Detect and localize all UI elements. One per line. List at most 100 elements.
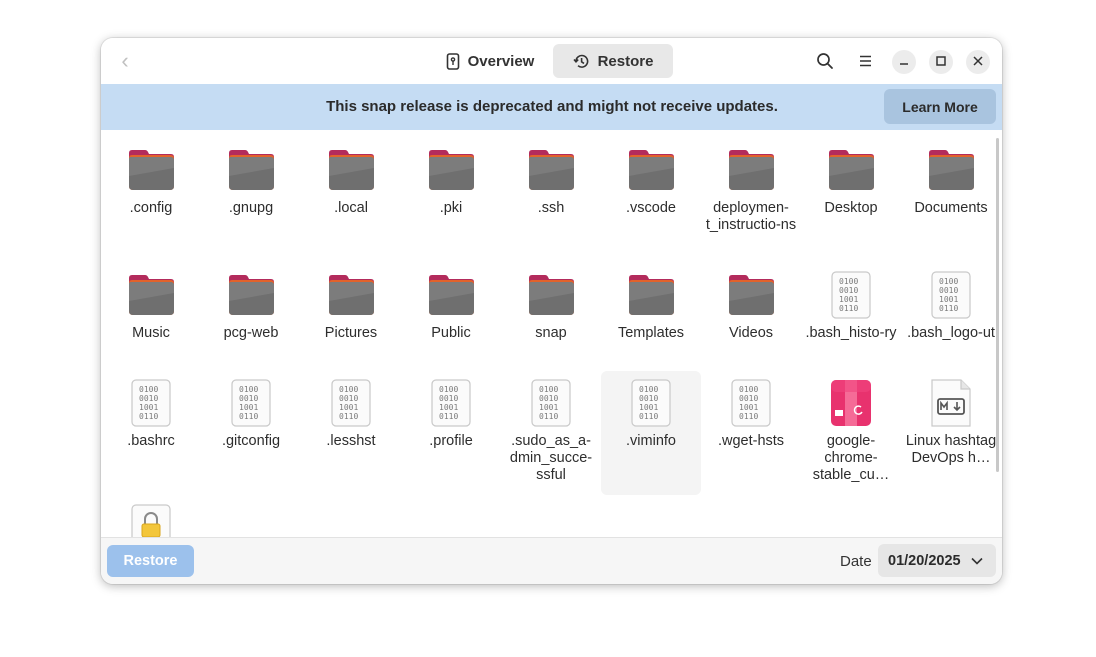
- svg-text:0110: 0110: [539, 412, 558, 421]
- tab-label: Overview: [467, 52, 535, 70]
- folder-icon: [427, 146, 475, 194]
- svg-text:0010: 0010: [439, 394, 458, 403]
- svg-text:1001: 1001: [539, 403, 558, 412]
- file-item[interactable]: 0100 0010 1001 0110 .gitconfig: [201, 371, 301, 495]
- back-button[interactable]: ‹: [114, 49, 136, 73]
- file-name: Documents: [914, 200, 988, 216]
- history-icon: [572, 53, 590, 70]
- chevron-down-icon: [971, 553, 983, 569]
- file-item[interactable]: Documents: [901, 138, 1001, 262]
- folder-icon: [527, 146, 575, 194]
- file-name: .lesshst: [326, 433, 376, 449]
- file-item[interactable]: .local: [301, 138, 401, 262]
- file-item[interactable]: .ssh: [501, 138, 601, 262]
- file-item[interactable]: Templates: [601, 263, 701, 387]
- svg-text:0010: 0010: [239, 394, 258, 403]
- folder-icon: [427, 271, 475, 319]
- file-item[interactable]: 0100 0010 1001 0110 .bash_logo-ut: [901, 263, 1001, 387]
- minimize-icon: [899, 53, 909, 71]
- date-dropdown[interactable]: 01/20/2025: [878, 544, 996, 577]
- tab-label: Restore: [597, 52, 654, 70]
- file-item[interactable]: 0100 0010 1001 0110 .profile: [401, 371, 501, 495]
- svg-text:0110: 0110: [639, 412, 658, 421]
- svg-text:0100: 0100: [139, 385, 158, 394]
- svg-text:0110: 0110: [139, 412, 158, 421]
- folder-icon: [127, 146, 175, 194]
- close-icon: [973, 53, 983, 71]
- file-item[interactable]: Videos: [701, 263, 801, 387]
- search-icon: [814, 50, 836, 72]
- file-item[interactable]: 0100 0010 1001 0110 .bashrc: [101, 371, 201, 495]
- pgp-key-icon: pgp: [127, 504, 175, 537]
- file-item[interactable]: Linux hashtag DevOps h…: [901, 371, 1001, 495]
- folder-icon: [227, 271, 275, 319]
- svg-text:0010: 0010: [939, 286, 958, 295]
- folder-icon: [627, 146, 675, 194]
- file-item[interactable]: Desktop: [801, 138, 901, 262]
- svg-text:1001: 1001: [239, 403, 258, 412]
- file-item[interactable]: 0100 0010 1001 0110 .viminfo: [601, 371, 701, 495]
- svg-text:0110: 0110: [939, 304, 958, 313]
- file-item[interactable]: Music: [101, 263, 201, 387]
- folder-icon: [127, 271, 175, 319]
- file-item[interactable]: 0100 0010 1001 0110 .wget-hsts: [701, 371, 801, 495]
- file-item[interactable]: Public: [401, 263, 501, 387]
- svg-text:0100: 0100: [739, 385, 758, 394]
- file-name: Videos: [728, 325, 774, 341]
- tab-restore[interactable]: Restore: [553, 44, 673, 78]
- file-item[interactable]: 0100 0010 1001 0110 .lesshst: [301, 371, 401, 495]
- svg-text:0010: 0010: [139, 394, 158, 403]
- file-item[interactable]: .pki: [401, 138, 501, 262]
- hamburger-menu-icon: [854, 50, 876, 72]
- file-name: .bash_histo-ry: [805, 325, 897, 341]
- binary-file-icon: 0100 0010 1001 0110: [927, 271, 975, 319]
- svg-text:0010: 0010: [639, 394, 658, 403]
- file-name: .ssh: [537, 200, 565, 216]
- file-item[interactable]: .config: [101, 138, 201, 262]
- folder-icon: [327, 271, 375, 319]
- svg-text:0110: 0110: [339, 412, 358, 421]
- file-item[interactable]: 0100 0010 1001 0110 .sudo_as_a-dmin_succe-ss…: [501, 371, 601, 495]
- main-menu-button[interactable]: [854, 50, 876, 72]
- file-item[interactable]: google-chrome-stable_cu…: [801, 371, 901, 495]
- file-item[interactable]: snap: [501, 263, 601, 387]
- file-item[interactable]: pcg-web: [201, 263, 301, 387]
- folder-icon: [327, 146, 375, 194]
- file-item[interactable]: Pictures: [301, 263, 401, 387]
- maximize-button[interactable]: [929, 50, 953, 74]
- file-name: Music: [132, 325, 170, 341]
- svg-text:1001: 1001: [839, 295, 858, 304]
- svg-text:0110: 0110: [439, 412, 458, 421]
- svg-text:1001: 1001: [339, 403, 358, 412]
- phone-backup-icon: [446, 52, 460, 70]
- markdown-file-icon: [927, 379, 975, 427]
- search-button[interactable]: [814, 50, 836, 72]
- file-name: .vscode: [626, 200, 676, 216]
- file-item[interactable]: .gnupg: [201, 138, 301, 262]
- svg-text:1001: 1001: [939, 295, 958, 304]
- svg-text:0100: 0100: [439, 385, 458, 394]
- file-name: .bashrc: [127, 433, 175, 449]
- svg-text:0100: 0100: [239, 385, 258, 394]
- restore-button[interactable]: Restore: [107, 545, 194, 577]
- banner-message: This snap release is deprecated and migh…: [326, 98, 778, 115]
- headerbar: ‹ Overview Restore: [101, 38, 1002, 84]
- file-name: .sudo_as_a-dmin_succe-ssful: [509, 433, 593, 483]
- tab-overview[interactable]: Overview: [431, 44, 549, 78]
- folder-icon: [727, 271, 775, 319]
- svg-text:1001: 1001: [439, 403, 458, 412]
- learn-more-button[interactable]: Learn More: [884, 89, 996, 124]
- svg-text:0010: 0010: [339, 394, 358, 403]
- folder-icon: [727, 146, 775, 194]
- close-button[interactable]: [966, 50, 990, 74]
- svg-text:0100: 0100: [539, 385, 558, 394]
- maximize-icon: [936, 53, 946, 71]
- file-item[interactable]: .vscode: [601, 138, 701, 262]
- file-item[interactable]: pgp: [101, 496, 201, 537]
- footer-bar: Restore Date 01/20/2025: [101, 537, 1002, 584]
- minimize-button[interactable]: [892, 50, 916, 74]
- file-item[interactable]: 0100 0010 1001 0110 .bash_histo-ry: [801, 263, 901, 387]
- svg-text:0010: 0010: [739, 394, 758, 403]
- folder-icon: [627, 271, 675, 319]
- file-item[interactable]: deploymen-t_instructio-ns: [701, 138, 801, 262]
